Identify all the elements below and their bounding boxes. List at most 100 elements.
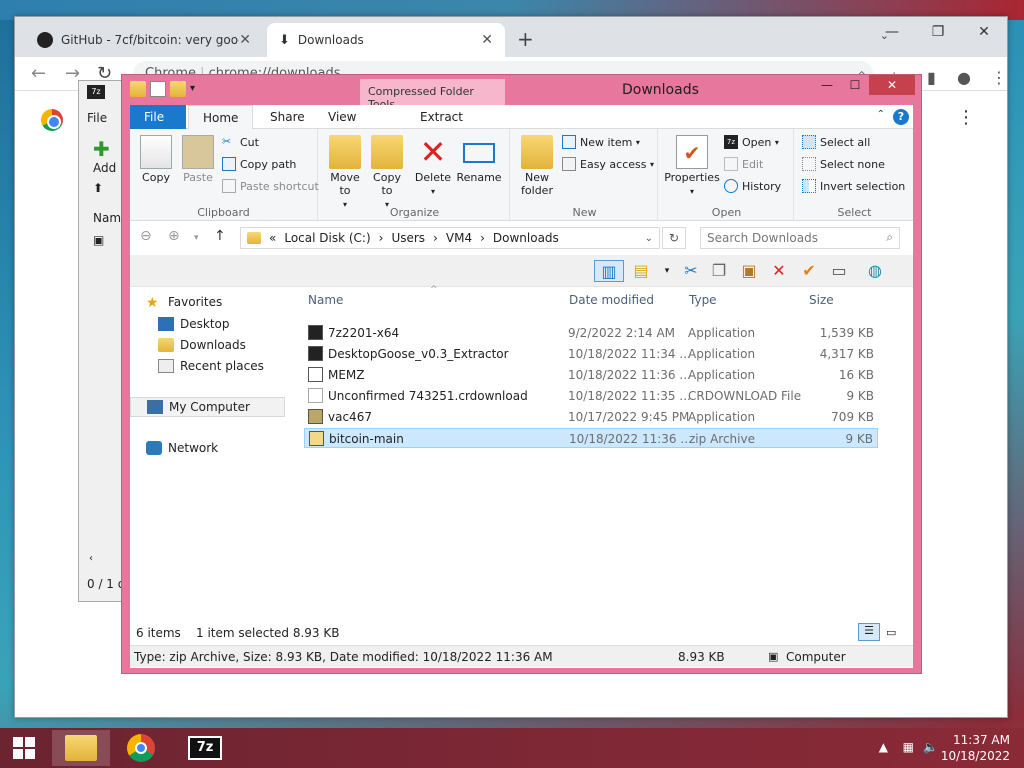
scissors-icon[interactable]: ✂ [680,260,702,282]
close-tab-icon[interactable]: ✕ [481,32,493,48]
column-name[interactable]: Name [308,293,343,307]
new-folder-button[interactable]: New folder [516,135,558,197]
minimize-button[interactable]: — [869,17,915,47]
column-type[interactable]: Type [689,293,717,307]
taskbar-chrome[interactable] [112,730,170,766]
nav-downloads[interactable]: Downloads [158,338,246,352]
crumb-separator[interactable]: › [433,231,438,245]
title-bar[interactable]: ▾ Compressed Folder Tools Downloads — ☐ … [122,75,921,111]
delete-x-icon[interactable]: ✕ [768,260,790,282]
breadcrumb[interactable]: « Local Disk (C:) › Users › VM4 › Downlo… [240,227,660,249]
copy-to-button[interactable]: Copy to ▾ [366,135,408,211]
easy-access-button[interactable]: Easy access ▾ [562,157,654,171]
up-folder-icon[interactable]: ⬆ [93,181,103,195]
crumb-local-disk[interactable]: Local Disk (C:) [284,231,370,245]
search-input[interactable]: Search Downloads ⌕ [700,227,900,249]
nav-desktop[interactable]: Desktop [158,317,230,331]
file-row-selected[interactable]: bitcoin-main 10/18/2022 11:36 ... zip Ar… [304,428,878,448]
refresh-button[interactable]: ↻ [662,227,686,249]
file-row[interactable]: Unconfirmed 743251.crdownload 10/18/2022… [304,386,878,406]
large-icons-view-icon[interactable]: ▭ [886,626,896,639]
minimize-button[interactable]: — [813,75,841,95]
rename-field-icon[interactable]: ▭ [828,260,850,282]
select-all-button[interactable]: Select all [802,135,870,149]
folder-check-icon[interactable]: ▤ [630,260,652,282]
new-folder-icon[interactable] [170,81,186,97]
menu-icon[interactable]: ⋮ [977,63,1021,87]
crumb-overflow[interactable]: « [269,231,276,245]
nav-recent-places[interactable]: Recent places [158,359,264,373]
crumb-separator[interactable]: › [379,231,384,245]
close-tab-icon[interactable]: ✕ [239,32,251,48]
close-button[interactable]: ✕ [961,17,1007,47]
menu-file[interactable]: File [87,111,107,125]
move-to-button[interactable]: Move to ▾ [324,135,366,211]
volume-icon[interactable]: 🔈 [923,740,938,754]
start-button[interactable] [0,730,48,766]
new-tab-button[interactable]: + [517,27,534,51]
back-arrow-icon[interactable]: ← [31,63,46,84]
paste-button[interactable]: Paste [178,135,218,184]
address-dropdown-icon[interactable]: ⌄ [645,233,653,244]
tab-file[interactable]: File [130,105,186,129]
close-button[interactable]: ✕ [869,75,915,95]
properties-icon[interactable] [150,81,166,97]
file-row[interactable]: DesktopGoose_v0.3_Extractor 10/18/2022 1… [304,344,878,364]
crumb-downloads[interactable]: Downloads [493,231,559,245]
tray-overflow-icon[interactable]: ▲ [879,740,888,754]
tab-home[interactable]: Home [188,105,254,129]
paste-icon[interactable]: ▣ [738,260,760,282]
taskbar-7zip[interactable]: 7z [176,730,234,766]
copy-button[interactable]: Copy [136,135,176,184]
tab-downloads[interactable]: ⬇ Downloads ✕ [267,23,505,57]
folder-icon[interactable] [130,81,146,97]
nav-my-computer[interactable]: My Computer [130,397,285,417]
rename-button[interactable]: Rename [456,135,502,184]
downloads-menu-icon[interactable]: ⋮ [957,107,975,128]
tab-view[interactable]: View [314,105,370,129]
nav-favorites[interactable]: ★ Favorites [146,295,222,311]
details-view-icon[interactable]: ☰ [858,623,880,641]
toolbar-dropdown-icon[interactable]: ▾ [656,260,678,282]
edit-button[interactable]: Edit [724,157,763,171]
tab-extract[interactable]: Extract [406,105,477,129]
nav-network[interactable]: Network [146,441,218,455]
copy-path-button[interactable]: Copy path [222,157,296,171]
recent-dropdown-icon[interactable]: ▾ [194,233,199,243]
maximize-button[interactable]: ❐ [915,17,961,47]
help-icon[interactable]: ? [893,109,909,125]
qat-dropdown-icon[interactable]: ▾ [190,81,206,97]
history-button[interactable]: History [724,179,781,193]
check-icon[interactable]: ✔ [798,260,820,282]
tab-share[interactable]: Share [256,105,319,129]
open-button[interactable]: 7z Open ▾ [724,135,779,149]
crumb-users[interactable]: Users [391,231,425,245]
expand-ribbon-icon[interactable]: ⌃ [877,109,885,120]
properties-button[interactable]: ✔ Properties ▾ [662,135,722,198]
scroll-left-icon[interactable]: ‹ [89,553,93,564]
crumb-separator[interactable]: › [480,231,485,245]
cut-button[interactable]: ✂ Cut [222,135,259,149]
new-item-button[interactable]: New item ▾ [562,135,640,149]
crumb-vm4[interactable]: VM4 [446,231,472,245]
up-arrow-icon[interactable]: ↑ [214,228,226,244]
layout-pane-icon[interactable]: ▥ [594,260,624,282]
column-date[interactable]: Date modified [569,293,654,307]
taskbar-file-explorer[interactable] [52,730,110,766]
file-row[interactable]: MEMZ 10/18/2022 11:36 ... Application 16… [304,365,878,385]
forward-arrow-icon[interactable]: ⊕ [168,228,180,244]
add-plus-icon[interactable]: ✚ [93,137,110,161]
select-none-button[interactable]: Select none [802,157,885,171]
file-row[interactable]: 7z2201-x64 9/2/2022 2:14 AM Application … [304,323,878,343]
tab-github[interactable]: GitHub - 7cf/bitcoin: very good v ✕ [25,23,263,57]
delete-button[interactable]: ✕ Delete ▾ [412,135,454,198]
invert-selection-button[interactable]: Invert selection [802,179,905,193]
maximize-button[interactable]: ☐ [841,75,869,95]
back-arrow-icon[interactable]: ⊖ [140,228,152,244]
clock[interactable]: 11:37 AM 10/18/2022 [941,732,1010,764]
paste-shortcut-button[interactable]: Paste shortcut [222,179,319,193]
file-row[interactable]: vac467 10/17/2022 9:45 PM Application 70… [304,407,878,427]
copy-icon[interactable]: ❐ [708,260,730,282]
network-tray-icon[interactable]: ▦ [903,740,914,754]
globe-icon[interactable]: ◍ [864,260,886,282]
